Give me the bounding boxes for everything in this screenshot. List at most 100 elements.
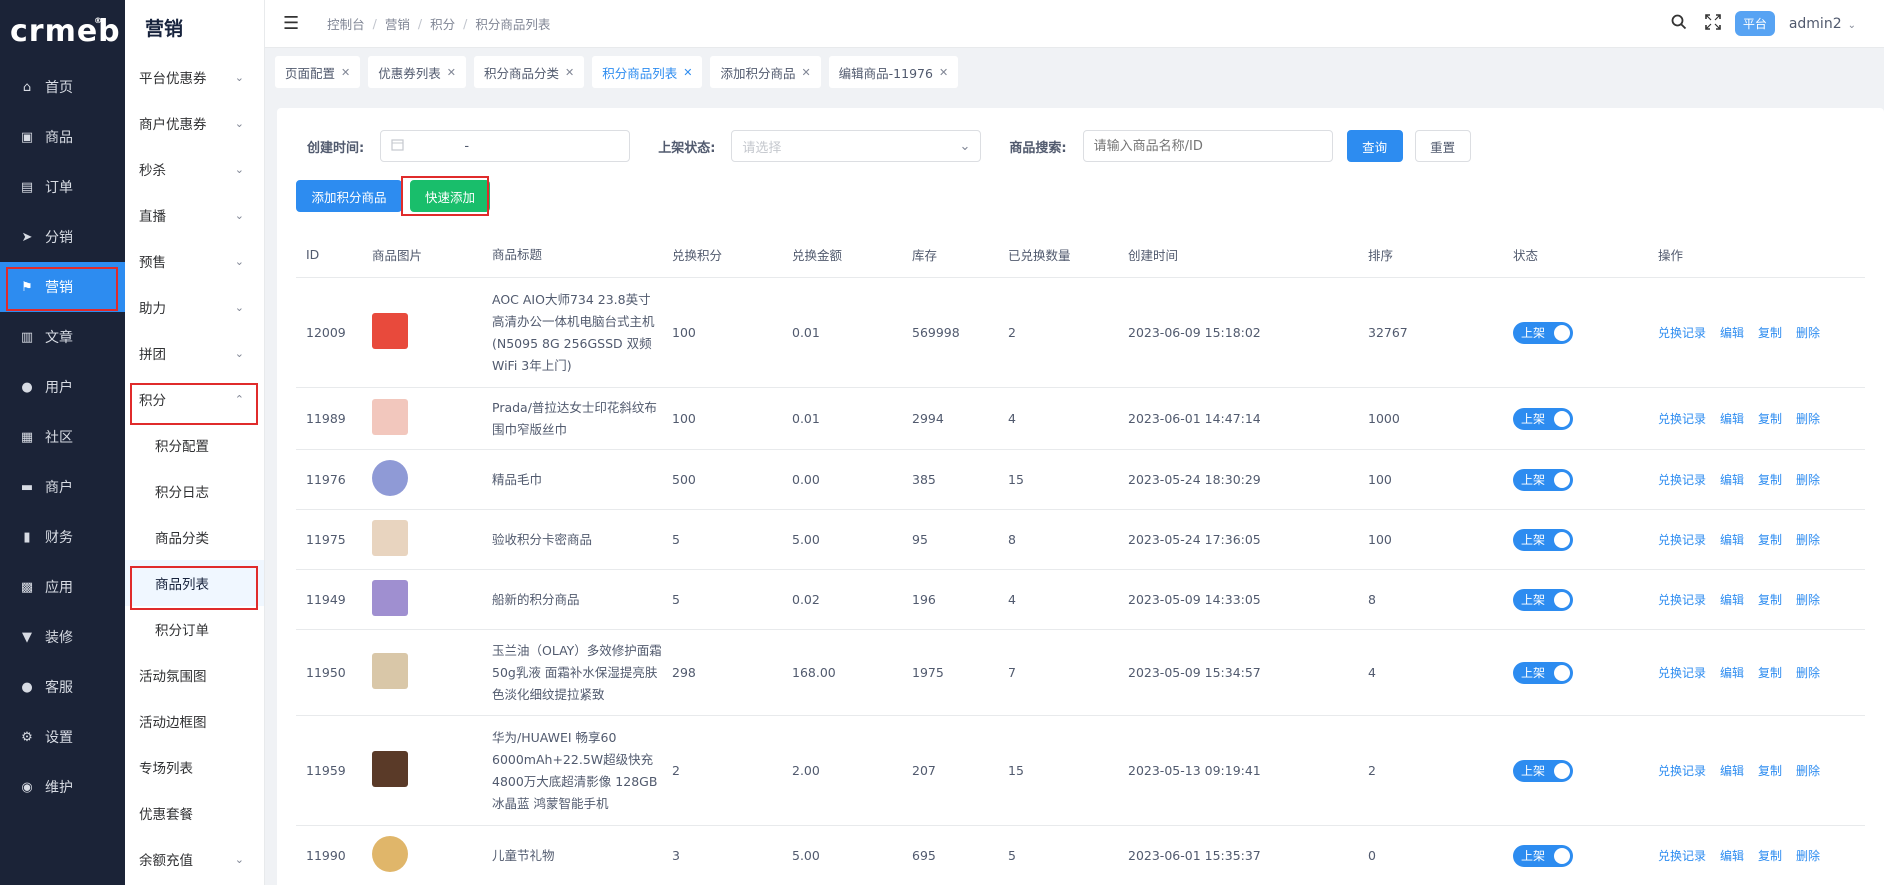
nav2-item-3[interactable]: 直播 ⌄ bbox=[125, 192, 264, 238]
nav-item-13[interactable]: ⚙ 设置 bbox=[0, 712, 125, 762]
nav2-item-1[interactable]: 商户优惠券 ⌄ bbox=[125, 100, 264, 146]
delete-link[interactable]: 删除 bbox=[1796, 533, 1820, 547]
exchange-record-link[interactable]: 兑换记录 bbox=[1658, 326, 1706, 340]
nav-item-8[interactable]: ▬ 商户 bbox=[0, 462, 125, 512]
edit-link[interactable]: 编辑 bbox=[1720, 764, 1744, 778]
close-icon[interactable]: ✕ bbox=[447, 66, 456, 79]
close-icon[interactable]: ✕ bbox=[683, 66, 692, 79]
nav2-subitem-0[interactable]: 积分配置 bbox=[125, 422, 264, 468]
delete-link[interactable]: 删除 bbox=[1796, 473, 1820, 487]
delete-link[interactable]: 删除 bbox=[1796, 764, 1820, 778]
product-thumbnail[interactable] bbox=[372, 836, 408, 872]
nav-item-11[interactable]: ▼ 装修 bbox=[0, 612, 125, 662]
add-points-product-button[interactable]: 添加积分商品 bbox=[296, 180, 402, 212]
product-thumbnail[interactable] bbox=[372, 460, 408, 496]
delete-link[interactable]: 删除 bbox=[1796, 326, 1820, 340]
nav2-bottom-item-3[interactable]: 优惠套餐 bbox=[125, 790, 264, 836]
copy-link[interactable]: 复制 bbox=[1758, 849, 1782, 863]
edit-link[interactable]: 编辑 bbox=[1720, 593, 1744, 607]
edit-link[interactable]: 编辑 bbox=[1720, 326, 1744, 340]
query-button[interactable]: 查询 bbox=[1346, 130, 1403, 162]
nav2-bottom-item-1[interactable]: 活动边框图 bbox=[125, 698, 264, 744]
nav2-bottom-item-2[interactable]: 专场列表 bbox=[125, 744, 264, 790]
nav-item-9[interactable]: ▮ 财务 bbox=[0, 512, 125, 562]
exchange-record-link[interactable]: 兑换记录 bbox=[1658, 593, 1706, 607]
date-range-picker[interactable]: - bbox=[380, 130, 631, 162]
nav2-bottom-item-0[interactable]: 活动氛围图 bbox=[125, 652, 264, 698]
tab-1[interactable]: 优惠券列表 ✕ bbox=[368, 56, 466, 88]
nav-item-2[interactable]: ▤ 订单 bbox=[0, 162, 125, 212]
breadcrumb-item[interactable]: 营销 bbox=[385, 14, 410, 33]
product-search-input[interactable] bbox=[1082, 130, 1333, 162]
admin-menu[interactable]: admin2 ⌄ bbox=[1789, 16, 1856, 32]
edit-link[interactable]: 编辑 bbox=[1720, 666, 1744, 680]
close-icon[interactable]: ✕ bbox=[565, 66, 574, 79]
product-thumbnail[interactable] bbox=[372, 313, 408, 349]
breadcrumb-item[interactable]: 控制台 bbox=[327, 14, 365, 33]
nav2-subitem-1[interactable]: 积分日志 bbox=[125, 468, 264, 514]
tab-5[interactable]: 编辑商品-11976 ✕ bbox=[828, 56, 959, 88]
close-icon[interactable]: ✕ bbox=[801, 66, 810, 79]
nav-item-5[interactable]: ▥ 文章 bbox=[0, 312, 125, 362]
status-toggle[interactable]: 上架 bbox=[1513, 321, 1573, 344]
copy-link[interactable]: 复制 bbox=[1758, 412, 1782, 426]
nav2-subitem-3[interactable]: 商品列表 bbox=[125, 560, 264, 606]
nav2-subitem-2[interactable]: 商品分类 bbox=[125, 514, 264, 560]
product-thumbnail[interactable] bbox=[372, 653, 408, 689]
nav-item-6[interactable]: ● 用户 bbox=[0, 362, 125, 412]
status-toggle[interactable]: 上架 bbox=[1513, 468, 1573, 491]
copy-link[interactable]: 复制 bbox=[1758, 326, 1782, 340]
tab-0[interactable]: 页面配置 ✕ bbox=[275, 56, 361, 88]
exchange-record-link[interactable]: 兑换记录 bbox=[1658, 764, 1706, 778]
listing-status-select[interactable]: 请选择 ⌄ bbox=[731, 130, 982, 162]
exchange-record-link[interactable]: 兑换记录 bbox=[1658, 533, 1706, 547]
edit-link[interactable]: 编辑 bbox=[1720, 849, 1744, 863]
delete-link[interactable]: 删除 bbox=[1796, 593, 1820, 607]
product-thumbnail[interactable] bbox=[372, 751, 408, 787]
delete-link[interactable]: 删除 bbox=[1796, 666, 1820, 680]
delete-link[interactable]: 删除 bbox=[1796, 412, 1820, 426]
product-thumbnail[interactable] bbox=[372, 520, 408, 556]
tab-2[interactable]: 积分商品分类 ✕ bbox=[473, 56, 585, 88]
exchange-record-link[interactable]: 兑换记录 bbox=[1658, 412, 1706, 426]
nav-item-7[interactable]: ▦ 社区 bbox=[0, 412, 125, 462]
product-thumbnail[interactable] bbox=[372, 399, 408, 435]
copy-link[interactable]: 复制 bbox=[1758, 666, 1782, 680]
reset-button[interactable]: 重置 bbox=[1414, 130, 1471, 162]
delete-link[interactable]: 删除 bbox=[1796, 849, 1820, 863]
status-toggle[interactable]: 上架 bbox=[1513, 407, 1573, 430]
product-thumbnail[interactable] bbox=[372, 580, 408, 616]
edit-link[interactable]: 编辑 bbox=[1720, 473, 1744, 487]
status-toggle[interactable]: 上架 bbox=[1513, 759, 1573, 782]
exchange-record-link[interactable]: 兑换记录 bbox=[1658, 666, 1706, 680]
nav-item-1[interactable]: ▣ 商品 bbox=[0, 112, 125, 162]
exchange-record-link[interactable]: 兑换记录 bbox=[1658, 473, 1706, 487]
tab-3[interactable]: 积分商品列表 ✕ bbox=[592, 56, 703, 88]
close-icon[interactable]: ✕ bbox=[341, 66, 350, 79]
quick-add-button[interactable]: 快速添加 bbox=[410, 180, 490, 212]
exchange-record-link[interactable]: 兑换记录 bbox=[1658, 849, 1706, 863]
status-toggle[interactable]: 上架 bbox=[1513, 844, 1573, 867]
nav-item-12[interactable]: ● 客服 bbox=[0, 662, 125, 712]
nav2-item-5[interactable]: 助力 ⌄ bbox=[125, 284, 264, 330]
copy-link[interactable]: 复制 bbox=[1758, 533, 1782, 547]
copy-link[interactable]: 复制 bbox=[1758, 473, 1782, 487]
search-icon[interactable] bbox=[1671, 14, 1687, 34]
nav-item-14[interactable]: ◉ 维护 bbox=[0, 762, 125, 812]
menu-toggle-icon[interactable]: ☰ bbox=[283, 13, 299, 34]
status-toggle[interactable]: 上架 bbox=[1513, 588, 1573, 611]
copy-link[interactable]: 复制 bbox=[1758, 593, 1782, 607]
close-icon[interactable]: ✕ bbox=[939, 66, 948, 79]
status-toggle[interactable]: 上架 bbox=[1513, 661, 1573, 684]
nav-item-10[interactable]: ▩ 应用 bbox=[0, 562, 125, 612]
fullscreen-icon[interactable] bbox=[1705, 13, 1721, 34]
breadcrumb-item[interactable]: 积分 bbox=[430, 14, 455, 33]
nav2-item-6[interactable]: 拼团 ⌄ bbox=[125, 330, 264, 376]
nav2-subitem-4[interactable]: 积分订单 bbox=[125, 606, 264, 652]
nav-item-0[interactable]: ⌂ 首页 bbox=[0, 62, 125, 112]
nav2-item-2[interactable]: 秒杀 ⌄ bbox=[125, 146, 264, 192]
nav2-item-7[interactable]: 积分 ⌃ bbox=[125, 376, 264, 422]
edit-link[interactable]: 编辑 bbox=[1720, 412, 1744, 426]
tab-4[interactable]: 添加积分商品 ✕ bbox=[710, 56, 821, 88]
nav2-item-4[interactable]: 预售 ⌄ bbox=[125, 238, 264, 284]
